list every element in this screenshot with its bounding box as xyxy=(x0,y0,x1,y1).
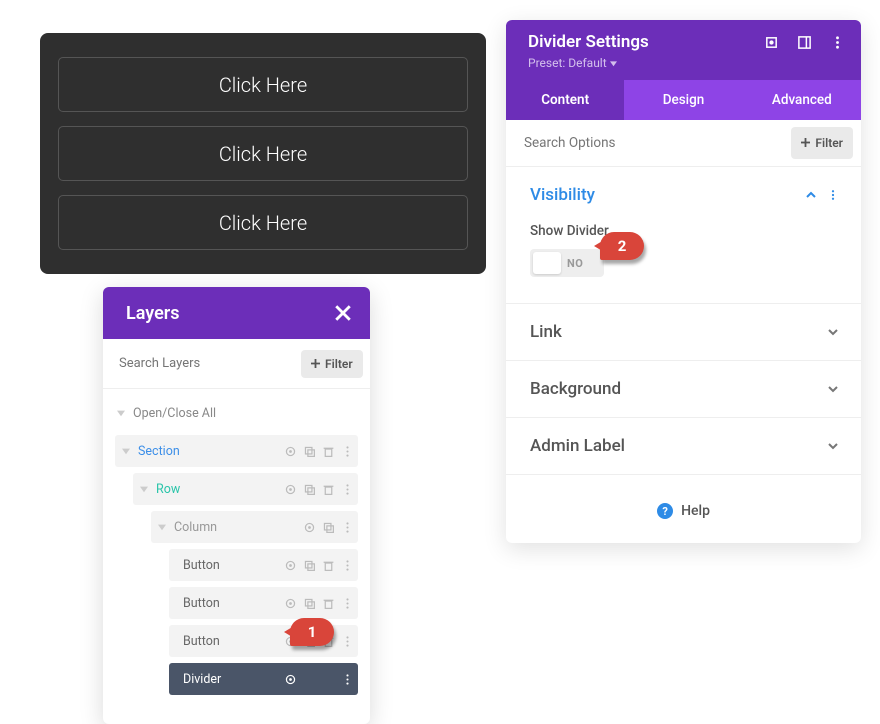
toggle-knob xyxy=(533,252,561,274)
snap-icon[interactable] xyxy=(797,35,812,50)
chevron-down-icon xyxy=(827,380,839,399)
plus-icon xyxy=(311,357,320,371)
settings-panel: Divider Settings Preset: Default Content… xyxy=(506,20,861,543)
chevron-down-icon xyxy=(827,437,839,456)
section-visibility[interactable]: Visibility xyxy=(506,167,861,211)
layer-column[interactable]: Column xyxy=(151,511,358,543)
trash-icon[interactable] xyxy=(322,445,335,458)
settings-title: Divider Settings xyxy=(528,32,649,52)
help-icon: ? xyxy=(657,503,673,519)
module-label: Button xyxy=(181,596,284,611)
gear-icon[interactable] xyxy=(284,597,297,610)
preset-selector[interactable]: Preset: Default xyxy=(528,56,845,70)
plus-icon xyxy=(801,136,810,150)
layers-topbar: Filter xyxy=(103,339,370,389)
gear-icon[interactable] xyxy=(284,635,297,648)
caret-down-icon xyxy=(138,483,150,495)
trash-icon[interactable] xyxy=(322,483,335,496)
background-label: Background xyxy=(530,379,621,399)
more-icon[interactable] xyxy=(341,521,354,534)
caret-down-icon xyxy=(115,407,127,419)
duplicate-icon[interactable] xyxy=(303,445,316,458)
more-icon[interactable] xyxy=(341,559,354,572)
more-icon[interactable] xyxy=(341,597,354,610)
preview-button-2[interactable]: Click Here xyxy=(58,126,468,181)
tab-advanced[interactable]: Advanced xyxy=(743,80,861,120)
gear-icon[interactable] xyxy=(284,673,297,686)
caret-down-icon xyxy=(120,445,132,457)
gear-icon[interactable] xyxy=(284,445,297,458)
show-divider-label: Show Divider xyxy=(530,223,837,239)
trash-icon[interactable] xyxy=(322,559,335,572)
layer-row[interactable]: Row xyxy=(133,473,358,505)
layers-panel: Layers Filter Open/Close All Section xyxy=(103,287,370,724)
expand-icon[interactable] xyxy=(764,35,779,50)
admin-label-label: Admin Label xyxy=(530,436,625,456)
chevron-up-icon xyxy=(805,186,817,205)
layer-module-button-1[interactable]: Button xyxy=(169,549,358,581)
open-close-label: Open/Close All xyxy=(131,406,358,421)
duplicate-icon[interactable] xyxy=(322,521,335,534)
duplicate-icon[interactable] xyxy=(303,597,316,610)
filter-options-button[interactable]: Filter xyxy=(791,127,853,159)
section-link[interactable]: Link xyxy=(506,304,861,361)
section-admin-label[interactable]: Admin Label xyxy=(506,418,861,475)
visibility-content: Show Divider NO xyxy=(506,211,861,304)
duplicate-icon[interactable] xyxy=(303,483,316,496)
layer-module-button-2[interactable]: Button xyxy=(169,587,358,619)
section-label: Section xyxy=(136,444,284,459)
module-label: Button xyxy=(181,558,284,573)
more-icon[interactable] xyxy=(341,483,354,496)
module-label: Divider xyxy=(181,672,284,687)
column-label: Column xyxy=(172,520,303,535)
settings-header: Divider Settings Preset: Default xyxy=(506,20,861,80)
search-layers-input[interactable] xyxy=(103,348,301,379)
more-icon[interactable] xyxy=(830,35,845,50)
tab-design[interactable]: Design xyxy=(624,80,742,120)
more-icon[interactable] xyxy=(341,673,354,686)
settings-search-row: Filter xyxy=(506,120,861,167)
more-icon[interactable] xyxy=(341,635,354,648)
help-label: Help xyxy=(681,503,710,519)
tab-content[interactable]: Content xyxy=(506,80,624,120)
section-background[interactable]: Background xyxy=(506,361,861,418)
module-label: Button xyxy=(181,634,284,649)
duplicate-icon[interactable] xyxy=(303,559,316,572)
layers-title: Layers xyxy=(126,303,180,324)
gear-icon[interactable] xyxy=(284,559,297,572)
layer-module-button-3[interactable]: Button xyxy=(169,625,358,657)
show-divider-toggle[interactable]: NO xyxy=(530,249,604,277)
link-label: Link xyxy=(530,322,562,342)
caret-down-icon xyxy=(610,56,617,70)
filter-label: Filter xyxy=(815,136,843,150)
caret-down-icon xyxy=(156,521,168,533)
preset-label: Preset: Default xyxy=(528,56,607,70)
visibility-label: Visibility xyxy=(530,185,595,205)
filter-layers-button[interactable]: Filter xyxy=(301,350,363,378)
gear-icon[interactable] xyxy=(284,483,297,496)
more-icon[interactable] xyxy=(827,186,839,205)
gear-icon[interactable] xyxy=(303,521,316,534)
layer-section[interactable]: Section xyxy=(115,435,358,467)
row-label: Row xyxy=(154,482,284,497)
trash-icon[interactable] xyxy=(322,597,335,610)
layer-module-divider[interactable]: Divider xyxy=(169,663,358,695)
filter-label: Filter xyxy=(325,357,353,371)
trash-icon[interactable] xyxy=(322,635,335,648)
toggle-state: NO xyxy=(567,257,583,270)
preview-area: Click Here Click Here Click Here xyxy=(40,33,486,274)
help-row[interactable]: ? Help xyxy=(506,475,861,543)
open-close-all[interactable]: Open/Close All xyxy=(115,397,358,429)
settings-body: Visibility Show Divider NO Link Backgrou… xyxy=(506,167,861,543)
preview-button-3[interactable]: Click Here xyxy=(58,195,468,250)
settings-tabs: Content Design Advanced xyxy=(506,80,861,120)
layers-header: Layers xyxy=(103,287,370,339)
preview-button-1[interactable]: Click Here xyxy=(58,57,468,112)
more-icon[interactable] xyxy=(341,445,354,458)
search-options-input[interactable] xyxy=(506,127,791,159)
duplicate-icon[interactable] xyxy=(303,635,316,648)
close-icon[interactable] xyxy=(334,304,352,322)
layers-tree: Open/Close All Section Row C xyxy=(103,389,370,699)
chevron-down-icon xyxy=(827,323,839,342)
